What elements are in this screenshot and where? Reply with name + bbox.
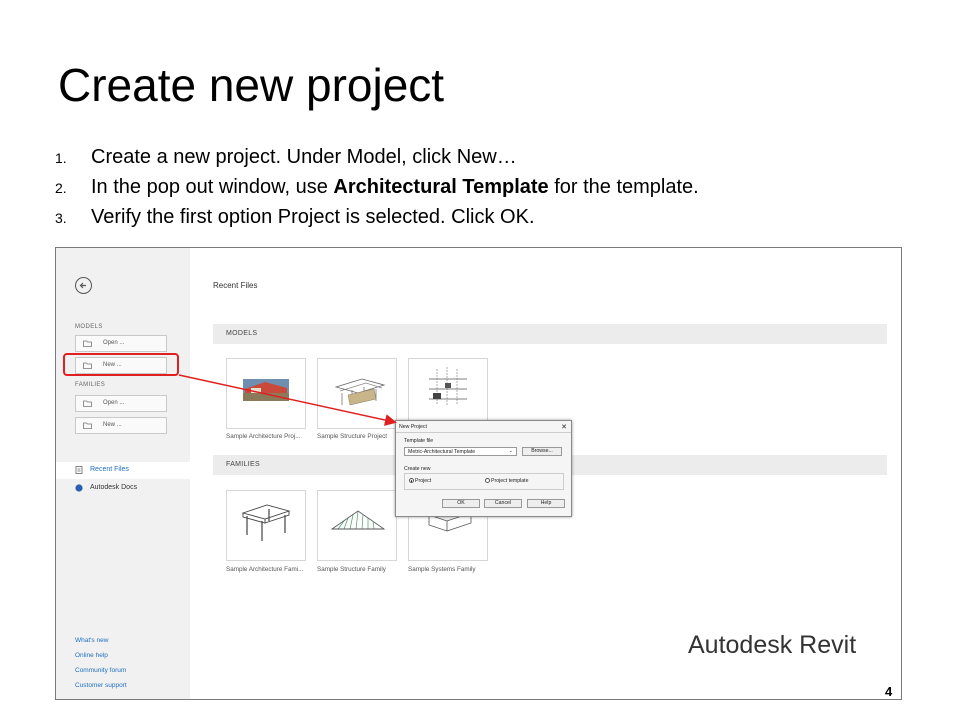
step-text: In the pop out window, use xyxy=(91,176,334,198)
step-1: 1. Create a new project. Under Model, cli… xyxy=(55,142,699,172)
slide-title: Create new project xyxy=(58,59,445,111)
step-number: 1. xyxy=(55,150,67,166)
step-2: 2. In the pop out window, use Architectur… xyxy=(55,172,699,202)
step-3: 3. Verify the first option Project is sel… xyxy=(55,202,699,232)
step-number: 3. xyxy=(55,210,67,226)
step-text: Verify the first option Project is selec… xyxy=(91,206,535,228)
instruction-list: 1. Create a new project. Under Model, cli… xyxy=(55,142,699,232)
step-text: Create a new project. Under Model, click… xyxy=(91,146,517,168)
step-text-bold: Architectural Template xyxy=(333,176,549,198)
step-text: for the template. xyxy=(548,176,699,198)
autodesk-revit-brand: Autodesk Revit xyxy=(688,631,857,659)
revit-home-screenshot: MODELS Open ... New ... FAMILIES Open ..… xyxy=(55,247,902,700)
page-number: 4 xyxy=(885,684,893,699)
step-number: 2. xyxy=(55,180,67,196)
